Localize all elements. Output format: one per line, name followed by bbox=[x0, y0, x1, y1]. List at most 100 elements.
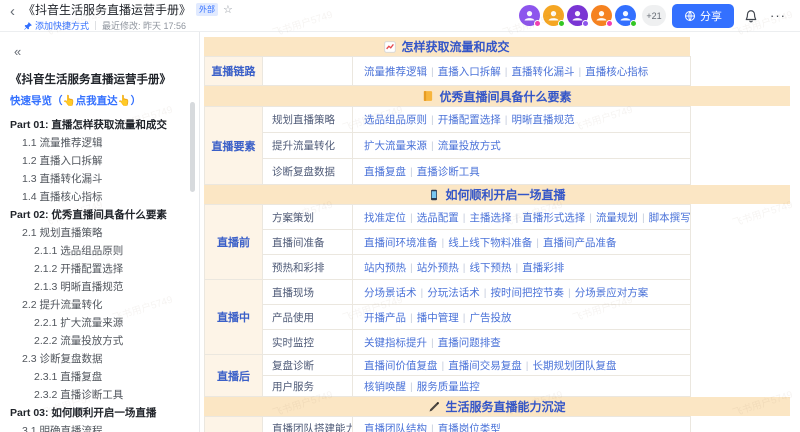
avatar[interactable] bbox=[567, 5, 588, 26]
status-dot bbox=[582, 20, 589, 27]
doc-link[interactable]: 分场景应对方案 bbox=[575, 287, 649, 299]
outline-item[interactable]: Part 02: 优秀直播间具备什么要素 bbox=[10, 206, 199, 224]
back-icon[interactable]: ‹ bbox=[8, 0, 17, 25]
doc-link[interactable]: 直播问题排查 bbox=[438, 337, 501, 349]
avatar[interactable] bbox=[615, 5, 636, 26]
bell-icon[interactable] bbox=[740, 9, 762, 23]
outline-item[interactable]: 1.4 直播核心指标 bbox=[10, 188, 199, 206]
doc-link[interactable]: 直播诊断工具 bbox=[417, 166, 480, 178]
avatar[interactable] bbox=[543, 5, 564, 26]
doc-link[interactable]: 脚本撰写 bbox=[649, 212, 691, 224]
outline-item[interactable]: 2.1.3 明晰直播规范 bbox=[10, 278, 199, 296]
doc-link[interactable]: 明晰直播规范 bbox=[511, 114, 574, 126]
doc-link[interactable]: 扩大流量来源 bbox=[364, 140, 427, 152]
doc-link[interactable]: 开播产品 bbox=[364, 312, 406, 324]
doc-link[interactable]: 广告投放 bbox=[469, 312, 511, 324]
doc-link[interactable]: 开播配置选择 bbox=[438, 114, 501, 126]
doc-link[interactable]: 站外预热 bbox=[417, 262, 459, 274]
outline-item[interactable]: 2.1 规划直播策略 bbox=[10, 224, 199, 242]
outline-item[interactable]: 2.1.1 选品组品原则 bbox=[10, 242, 199, 260]
doc-link[interactable]: 直播间环境准备 bbox=[364, 237, 438, 249]
doc-link[interactable]: 主播选择 bbox=[469, 212, 511, 224]
doc-link[interactable]: 长期规划团队复盘 bbox=[532, 360, 616, 372]
doc-link[interactable]: 找准定位 bbox=[364, 212, 406, 224]
doc-link[interactable]: 关键指标提升 bbox=[364, 337, 427, 349]
doc-link[interactable]: 直播间价值复盘 bbox=[364, 360, 438, 372]
doc-link[interactable]: 直播核心指标 bbox=[585, 66, 648, 78]
outline-item[interactable]: 2.2.2 流量投放方式 bbox=[10, 332, 199, 350]
doc-link[interactable]: 直播岗位类型 bbox=[438, 423, 501, 432]
share-label: 分享 bbox=[700, 8, 722, 24]
doc-link[interactable]: 流量推荐逻辑 bbox=[364, 66, 427, 78]
sidebar-doc-title: 《抖音生活服务直播运营手册》 bbox=[10, 71, 195, 87]
quick-nav-link[interactable]: 快速导览（👆点我直达👆） bbox=[10, 93, 199, 108]
doc-link[interactable]: 线上线下物料准备 bbox=[448, 237, 532, 249]
doc-link[interactable]: 直播形式选择 bbox=[522, 212, 585, 224]
doc-content: 怎样获取流量和成交直播链路 流量推荐逻辑 | 直播入口拆解 | 直播转化漏斗 | 直播核心指标… bbox=[200, 32, 800, 432]
outline-item[interactable]: 2.3.2 直播诊断工具 bbox=[10, 386, 199, 404]
share-button[interactable]: 分享 bbox=[672, 4, 734, 28]
section-table: 直播前方案策划找准定位|选品配置|主播选择|直播形式选择|流量规划|脚本撰写直播… bbox=[204, 204, 691, 397]
doc-link[interactable]: 核销唤醒 bbox=[364, 381, 406, 393]
table-row: 直播间准备直播间环境准备|线上线下物料准备|直播间产品准备 bbox=[205, 230, 691, 255]
section-header: 如何顺利开启一场直播 bbox=[204, 185, 790, 204]
outline-item[interactable]: 2.3 诊断复盘数据 bbox=[10, 350, 199, 368]
doc-link[interactable]: 直播间交易复盘 bbox=[448, 360, 522, 372]
collaborator-avatars bbox=[516, 5, 636, 26]
section-table: 直播链路流量推荐逻辑|直播入口拆解|直播转化漏斗|直播核心指标 bbox=[204, 56, 691, 86]
doc-link[interactable]: 站内预热 bbox=[364, 262, 406, 274]
link-separator: | bbox=[463, 212, 466, 224]
outline-item[interactable]: 1.2 直播入口拆解 bbox=[10, 152, 199, 170]
star-icon[interactable]: ☆ bbox=[223, 3, 233, 16]
doc-link[interactable]: 直播团队结构 bbox=[364, 423, 427, 432]
outline-item[interactable]: 2.1.2 开播配置选择 bbox=[10, 260, 199, 278]
doc-link[interactable]: 分场景话术 bbox=[364, 287, 417, 299]
links-cell: 核销唤醒|服务质量监控 bbox=[353, 376, 691, 397]
status-dot bbox=[606, 20, 613, 27]
link-separator: | bbox=[431, 337, 434, 349]
outline-item[interactable]: 3.1 明确直播流程 bbox=[10, 422, 199, 432]
outline-item[interactable]: Part 03: 如何顺利开启一场直播 bbox=[10, 404, 199, 422]
row-sublabel: 复盘诊断 bbox=[263, 355, 353, 376]
row-sublabel: 用户服务 bbox=[263, 376, 353, 397]
add-shortcut-button[interactable]: 添加快捷方式 bbox=[23, 19, 89, 32]
outline-item[interactable]: 2.2.1 扩大流量来源 bbox=[10, 314, 199, 332]
doc-link[interactable]: 直播间产品准备 bbox=[543, 237, 617, 249]
doc-link[interactable]: 选品组品原则 bbox=[364, 114, 427, 126]
doc-link[interactable]: 流量投放方式 bbox=[438, 140, 501, 152]
outline-item[interactable]: Part 01: 直播怎样获取流量和成交 bbox=[10, 116, 199, 134]
avatar[interactable] bbox=[519, 5, 540, 26]
doc-link[interactable]: 线下预热 bbox=[469, 262, 511, 274]
doc-link[interactable]: 流量规划 bbox=[596, 212, 638, 224]
links-cell: 直播间价值复盘|直播间交易复盘|长期规划团队复盘 bbox=[353, 355, 691, 376]
table-row: 直播后复盘诊断直播间价值复盘|直播间交易复盘|长期规划团队复盘 bbox=[205, 355, 691, 376]
more-icon[interactable]: ··· bbox=[768, 8, 788, 23]
doc-link[interactable]: 直播入口拆解 bbox=[438, 66, 501, 78]
outline-item[interactable]: 1.3 直播转化漏斗 bbox=[10, 170, 199, 188]
links-cell: 直播复盘|直播诊断工具 bbox=[353, 159, 691, 185]
doc-link[interactable]: 播中管理 bbox=[417, 312, 459, 324]
row-sublabel: 实时监控 bbox=[263, 330, 353, 355]
outline-item[interactable]: 2.3.1 直播复盘 bbox=[10, 368, 199, 386]
links-cell: 选品组品原则|开播配置选择|明晰直播规范 bbox=[353, 107, 691, 133]
table-row: 直播前方案策划找准定位|选品配置|主播选择|直播形式选择|流量规划|脚本撰写 bbox=[205, 205, 691, 230]
collaborator-count[interactable]: +21 bbox=[642, 5, 666, 26]
link-separator: | bbox=[484, 287, 487, 299]
collapse-sidebar-icon[interactable]: « bbox=[10, 42, 25, 61]
avatar[interactable] bbox=[591, 5, 612, 26]
sidebar-scrollbar[interactable] bbox=[190, 102, 195, 192]
doc-link[interactable]: 选品配置 bbox=[417, 212, 459, 224]
row-group-label: 直播链路 bbox=[205, 57, 263, 86]
outline-item[interactable]: 2.2 提升流量转化 bbox=[10, 296, 199, 314]
table-row: 直播链路流量推荐逻辑|直播入口拆解|直播转化漏斗|直播核心指标 bbox=[205, 57, 691, 86]
doc-link[interactable]: 直播彩排 bbox=[522, 262, 564, 274]
outline-item[interactable]: 1.1 流量推荐逻辑 bbox=[10, 134, 199, 152]
doc-link[interactable]: 按时间把控节奏 bbox=[490, 287, 564, 299]
doc-link[interactable]: 分玩法话术 bbox=[427, 287, 480, 299]
doc-link[interactable]: 直播复盘 bbox=[364, 166, 406, 178]
link-separator: | bbox=[421, 287, 424, 299]
doc-link[interactable]: 直播转化漏斗 bbox=[511, 66, 574, 78]
link-separator: | bbox=[515, 262, 518, 274]
section-header: 怎样获取流量和成交 bbox=[204, 37, 690, 56]
doc-link[interactable]: 服务质量监控 bbox=[417, 381, 480, 393]
